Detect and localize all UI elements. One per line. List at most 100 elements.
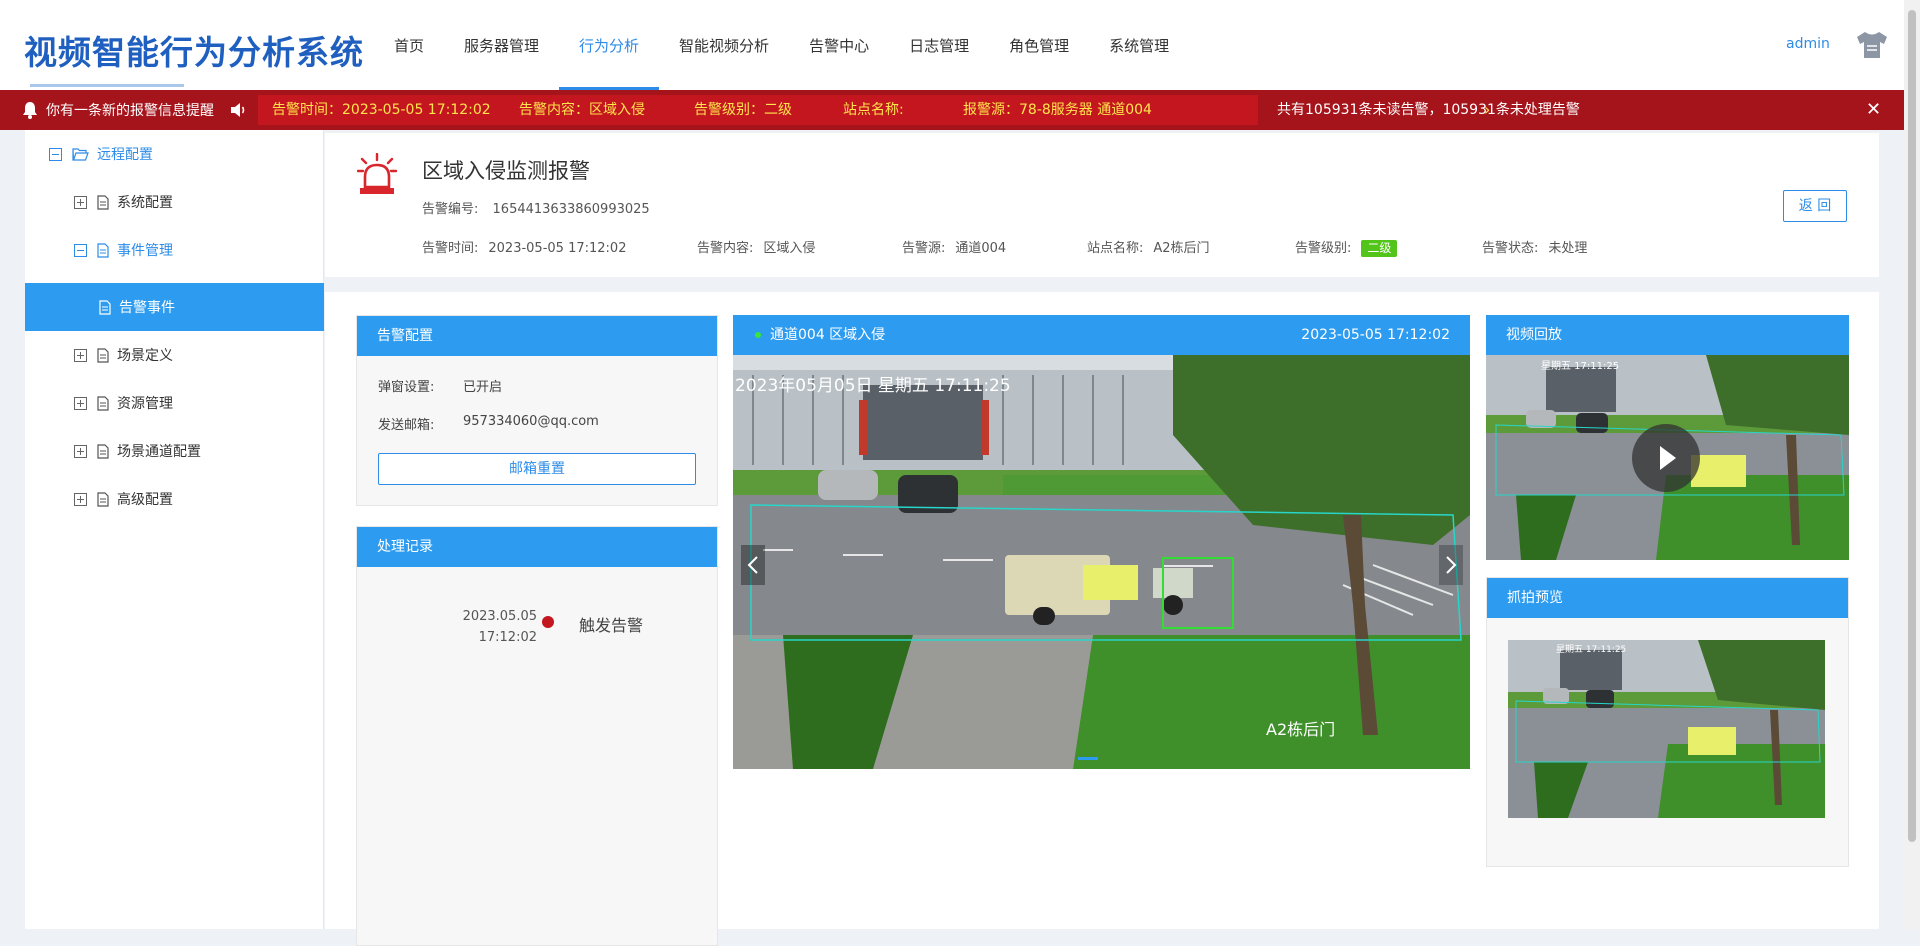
alarm-site: 站点名称: (843, 102, 904, 118)
collapse-icon[interactable] (49, 147, 62, 161)
tree-item-scene-channel-config[interactable]: 场景通道配置 (25, 427, 324, 475)
document-icon (97, 242, 109, 258)
tree-item-label: 场景通道配置 (117, 444, 201, 460)
field-alarm-source: 告警源: 通道004 (902, 237, 1006, 256)
close-icon[interactable]: ✕ (1866, 90, 1881, 130)
alarm-config-title: 告警配置 (357, 316, 717, 356)
document-icon (99, 299, 111, 315)
page-scrollbar[interactable] (1904, 0, 1920, 929)
nav-behavior-analysis[interactable]: 行为分析 (559, 0, 660, 90)
collapse-icon[interactable] (74, 243, 87, 257)
snapshot-title: 抓拍预览 (1487, 578, 1848, 618)
field-value: 区域入侵 (763, 241, 816, 256)
expand-icon[interactable] (74, 444, 87, 458)
tree-item-remote-config[interactable]: 远程配置 (25, 130, 324, 178)
speaker-icon[interactable] (230, 102, 248, 118)
expand-icon[interactable] (74, 195, 87, 209)
back-button[interactable]: 返 回 (1783, 190, 1847, 222)
record-status-dot (542, 616, 554, 628)
record-date: 2023.05.05 (462, 609, 537, 624)
alarm-number-value: 1654413633860993025 (492, 202, 650, 217)
tree-item-label: 高级配置 (117, 492, 173, 508)
bell-icon (23, 102, 37, 119)
snapshot-preview-panel: 抓拍预览 星期五 17:11:25 (1486, 577, 1849, 867)
video-overlay-site: A2栋后门 (1266, 720, 1335, 739)
tree-item-advanced-config[interactable]: 高级配置 (25, 475, 324, 523)
scrollbar-thumb[interactable] (1908, 10, 1916, 842)
field-alarm-content: 告警内容: 区域入侵 (697, 237, 815, 256)
video-header: 通道004 区域入侵 2023-05-05 17:12:02 (733, 315, 1470, 355)
live-indicator (755, 332, 761, 338)
playback-overlay-time: 星期五 17:11:25 (1541, 360, 1619, 372)
expand-icon[interactable] (74, 348, 87, 362)
field-label: 告警内容: (697, 241, 754, 256)
playback-video[interactable]: 星期五 17:11:25 (1486, 355, 1849, 560)
main-nav: 首页 服务器管理 行为分析 智能视频分析 告警中心 日志管理 角色管理 系统管理 (374, 0, 1189, 90)
field-label: 站点名称: (1087, 241, 1144, 256)
popup-setting: 弹窗设置: 已开启 (378, 376, 502, 395)
video-timestamp: 2023-05-05 17:12:02 (1301, 327, 1450, 343)
tree-item-label: 告警事件 (119, 300, 175, 316)
alarm-source: 报警源：78-8服务器 通道004 (963, 102, 1152, 118)
tree-item-system-config[interactable]: 系统配置 (25, 178, 324, 226)
field-alarm-time: 告警时间: 2023-05-05 17:12:02 (422, 237, 626, 256)
email-value: 957334060@qq.com (463, 414, 599, 429)
email-setting: 发送邮箱: 957334060@qq.com (378, 414, 599, 433)
alarm-title: 区域入侵监测报警 (422, 159, 590, 183)
alarm-summary: 共有105931条未读告警，105931条未处理告警 (1277, 102, 1580, 118)
field-label: 告警时间: (422, 241, 479, 256)
tree-item-label: 系统配置 (117, 195, 173, 211)
tree-item-alarm-events[interactable]: 告警事件 (25, 283, 324, 331)
field-label: 告警状态: (1482, 241, 1539, 256)
expand-icon[interactable] (74, 396, 87, 410)
nav-alarm-center[interactable]: 告警中心 (789, 0, 889, 90)
nav-role-management[interactable]: 角色管理 (989, 0, 1089, 90)
snapshot-image[interactable]: 星期五 17:11:25 (1508, 640, 1825, 818)
document-icon (97, 491, 109, 507)
alarm-number: 告警编号: 1654413633860993025 (422, 198, 650, 217)
theme-shirt-icon[interactable] (1854, 30, 1890, 60)
alarm-lead-text: 你有一条新的报警信息提醒 (46, 103, 214, 119)
expand-icon[interactable] (74, 492, 87, 506)
nav-server-management[interactable]: 服务器管理 (444, 0, 559, 90)
playback-title: 视频回放 (1486, 315, 1849, 355)
email-label: 发送邮箱: (378, 418, 435, 433)
alarm-detail-header: 区域入侵监测报警 告警编号: 1654413633860993025 告警时间:… (325, 133, 1879, 277)
alarm-notification-bar: 你有一条新的报警信息提醒 告警时间：2023-05-05 17:12:02 告警… (0, 90, 1904, 130)
alarm-ticker[interactable]: 告警时间：2023-05-05 17:12:02 告警内容：区域入侵 告警级别：… (258, 95, 1490, 125)
nav-home[interactable]: 首页 (374, 0, 444, 90)
nav-log-management[interactable]: 日志管理 (889, 0, 989, 90)
alarm-time: 告警时间：2023-05-05 17:12:02 (272, 102, 491, 118)
top-navbar: 视频智能行为分析系统 首页 服务器管理 行为分析 智能视频分析 告警中心 日志管… (0, 0, 1920, 90)
field-value: 2023-05-05 17:12:02 (488, 241, 627, 256)
alarm-content: 告警内容：区域入侵 (519, 102, 645, 118)
popup-label: 弹窗设置: (378, 380, 435, 395)
sidebar: 远程配置 系统配置 事件管理 告警事件 场景定义 资源管理 场景通道配置 高级配… (25, 130, 324, 929)
field-label: 告警源: (902, 241, 946, 256)
email-reset-button[interactable]: 邮箱重置 (378, 453, 696, 485)
field-label: 告警级别: (1295, 241, 1352, 256)
document-icon (97, 347, 109, 363)
main-content: 告警配置 弹窗设置: 已开启 发送邮箱: 957334060@qq.com 邮箱… (325, 292, 1879, 946)
document-icon (97, 395, 109, 411)
tree-item-label: 资源管理 (117, 396, 173, 412)
video-overlay-time: 2023年05月05日 星期五 17:11:25 (735, 376, 1011, 396)
record-time: 17:12:02 (478, 630, 537, 645)
tree-item-resource-management[interactable]: 资源管理 (25, 379, 324, 427)
nav-smart-video-analysis[interactable]: 智能视频分析 (659, 0, 789, 90)
popup-value: 已开启 (463, 380, 503, 395)
folder-open-icon (72, 148, 89, 161)
tree-item-scene-definition[interactable]: 场景定义 (25, 331, 324, 379)
document-icon (97, 443, 109, 459)
record-action: 触发告警 (579, 616, 644, 635)
snapshot-overlay-time: 星期五 17:11:25 (1556, 644, 1626, 655)
user-name[interactable]: admin (1786, 36, 1830, 52)
nav-system-management[interactable]: 系统管理 (1089, 0, 1189, 90)
siren-icon (357, 153, 397, 194)
play-icon[interactable] (1632, 424, 1700, 492)
alarm-video-frame[interactable]: 2023年05月05日 星期五 17:11:25 A2栋后门 (733, 355, 1470, 769)
tree-item-event-management[interactable]: 事件管理 (25, 226, 324, 274)
document-icon (97, 194, 109, 210)
field-value: 通道004 (955, 241, 1007, 256)
brand-underline (30, 84, 184, 87)
